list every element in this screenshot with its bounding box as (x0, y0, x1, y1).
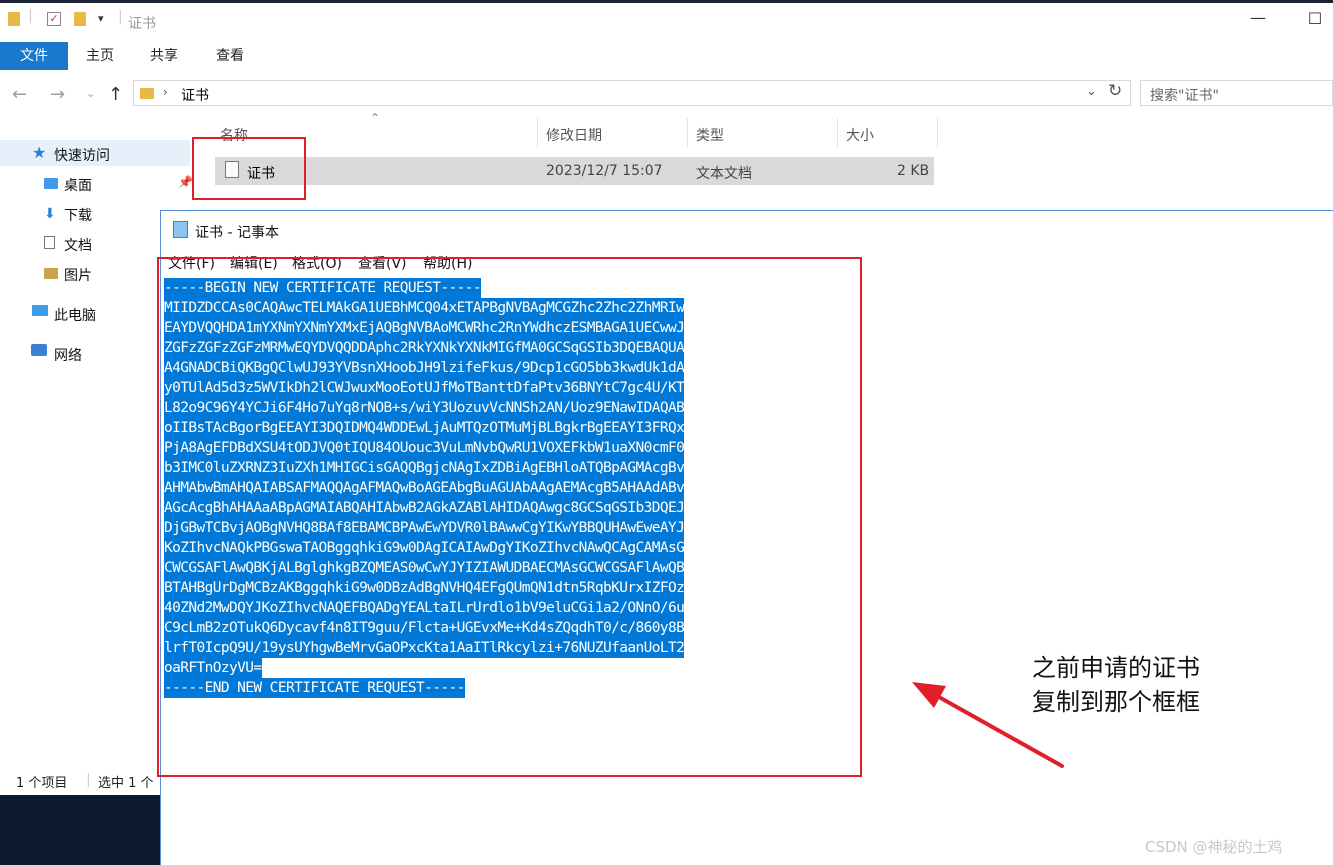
column-type[interactable]: 类型 (696, 125, 724, 145)
tab-home[interactable]: 主页 (86, 42, 114, 70)
sidebar-item-desktop[interactable]: 桌面 (64, 175, 92, 195)
column-divider[interactable] (837, 118, 838, 148)
new-folder-icon[interactable] (74, 12, 86, 30)
sidebar-item-documents[interactable]: 文档 (64, 235, 92, 255)
network-icon (31, 344, 47, 356)
download-icon: ⬇ (44, 206, 56, 222)
sidebar-item-quick-access[interactable]: 快速访问 (54, 145, 110, 165)
separator: | (86, 772, 91, 788)
sidebar-item-this-pc[interactable]: 此电脑 (54, 305, 96, 325)
annotation-line-2: 复制到那个框框 (1032, 688, 1200, 716)
star-icon: ★ (32, 143, 47, 162)
search-placeholder: 搜索"证书" (1150, 88, 1219, 104)
forward-arrow-icon[interactable]: → (50, 84, 65, 105)
watermark: CSDN @神秘的土鸡 (1145, 838, 1283, 856)
column-divider[interactable] (687, 118, 688, 148)
tab-file[interactable]: 文件 (0, 42, 68, 70)
customize-quick-access-icon[interactable]: ▾ (98, 12, 104, 25)
desktop-icon (44, 177, 58, 193)
file-type: 文本文档 (696, 166, 752, 182)
sidebar-item-pictures[interactable]: 图片 (64, 265, 92, 285)
column-modified[interactable]: 修改日期 (546, 125, 602, 145)
refresh-icon[interactable]: ↻ (1108, 81, 1122, 101)
notepad-title: 证书 - 记事本 (195, 225, 279, 241)
sort-up-icon: ⌃ (370, 111, 381, 125)
properties-icon[interactable]: ✓ (47, 12, 61, 26)
window-title: 证书 (128, 16, 156, 32)
recent-locations-icon[interactable]: ⌄ (86, 87, 95, 100)
column-size[interactable]: 大小 (846, 125, 874, 145)
pin-icon[interactable]: 📌 (178, 175, 193, 189)
ribbon-tabs (0, 42, 1333, 70)
highlight-file-box (192, 137, 306, 200)
status-item-count: 1 个项目 (16, 776, 68, 791)
notepad-icon (173, 221, 188, 238)
separator: | (118, 9, 123, 25)
address-dropdown-icon[interactable]: ⌄ (1086, 84, 1097, 99)
annotation-line-1: 之前申请的证书 (1032, 654, 1200, 682)
separator: | (28, 8, 33, 24)
address-path[interactable]: 证书 (181, 85, 209, 105)
explorer-title-bar (0, 0, 1333, 42)
up-arrow-icon[interactable]: ↑ (108, 84, 123, 105)
file-size: 2 KB (897, 163, 930, 179)
file-modified: 2023/12/7 15:07 (546, 163, 663, 179)
folder-icon (140, 87, 154, 103)
tab-share[interactable]: 共享 (150, 42, 178, 70)
desktop-background (0, 795, 160, 865)
minimize-icon[interactable]: — (1246, 8, 1270, 32)
highlight-text-box (157, 257, 862, 777)
column-divider[interactable] (537, 118, 538, 148)
column-divider[interactable] (937, 118, 938, 148)
document-icon (44, 236, 55, 249)
sidebar-item-network[interactable]: 网络 (54, 345, 82, 365)
folder-icon (8, 12, 20, 30)
maximize-icon[interactable]: ☐ (1303, 9, 1327, 33)
back-arrow-icon[interactable]: ← (12, 84, 27, 105)
address-bar[interactable] (133, 80, 1131, 106)
pictures-icon (44, 267, 58, 283)
chevron-right-icon[interactable]: › (163, 85, 168, 99)
tab-view[interactable]: 查看 (216, 42, 244, 70)
sidebar-item-downloads[interactable]: 下载 (64, 205, 92, 225)
computer-icon (32, 305, 48, 316)
status-selected: 选中 1 个 (98, 776, 154, 791)
